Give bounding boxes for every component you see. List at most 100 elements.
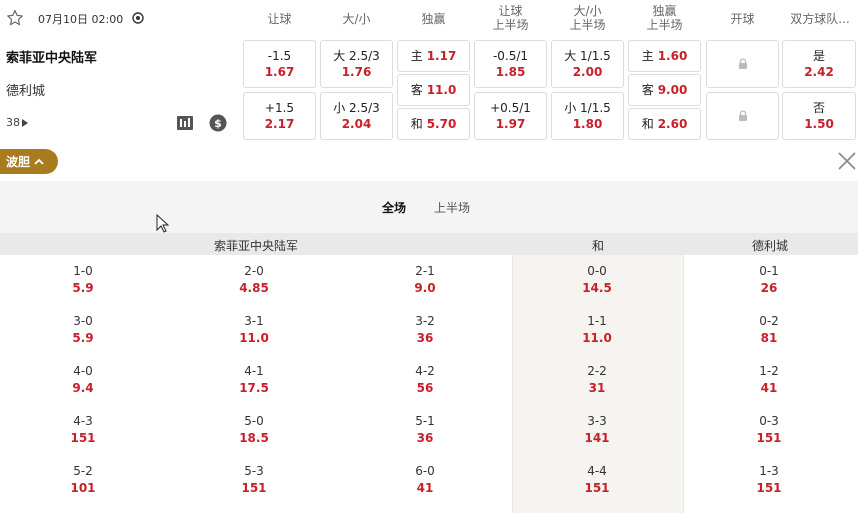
correct-score-panel: 全场 上半场 索菲亚中央陆军 和 德利城 1-0 5.9 3-0 5.9 4-0 9.4 4… bbox=[0, 181, 858, 513]
odds-line: 大 2.5/3 bbox=[333, 49, 380, 63]
score-cell-draw[interactable]: 4-4 151 bbox=[567, 463, 627, 497]
odds-line: 和 bbox=[641, 117, 654, 131]
score-cell-home[interactable]: 5-3 151 bbox=[224, 463, 284, 497]
close-icon[interactable] bbox=[837, 151, 857, 171]
score-label: 5-3 bbox=[244, 464, 264, 478]
odds-line: -0.5/1 bbox=[492, 49, 529, 63]
col-total-half-line2: 上半场 bbox=[569, 18, 606, 32]
score-cell-home[interactable]: 3-1 11.0 bbox=[224, 313, 284, 347]
odds-line: 是 bbox=[812, 49, 825, 63]
odds-line: +1.5 bbox=[264, 101, 295, 115]
score-cell-away[interactable]: 1-2 41 bbox=[739, 363, 799, 397]
score-label: 1-3 bbox=[759, 464, 779, 478]
odds-cell-first-goal-locked-2 bbox=[706, 92, 779, 140]
score-label: 3-1 bbox=[244, 314, 264, 328]
odds-cell-both-score-yes[interactable]: 是 2.42 bbox=[782, 40, 856, 88]
score-label: 3-3 bbox=[587, 414, 607, 428]
odds-cell-moneyline-draw[interactable]: 和 5.70 bbox=[397, 108, 470, 140]
away-team-name: 德利城 bbox=[6, 84, 46, 99]
score-cell-away[interactable]: 0-1 26 bbox=[739, 263, 799, 297]
score-cell-home[interactable]: 5-0 18.5 bbox=[224, 413, 284, 447]
caret-right-icon bbox=[22, 118, 28, 127]
score-label: 5-1 bbox=[415, 414, 435, 428]
odds-cell-both-score-no[interactable]: 否 1.50 bbox=[782, 92, 856, 140]
score-odds: 36 bbox=[416, 431, 434, 445]
score-cell-away[interactable]: 1-3 151 bbox=[739, 463, 799, 497]
correct-score-toggle[interactable]: 波胆 bbox=[0, 149, 58, 174]
odds-cell-moneyline-away[interactable]: 客 11.0 bbox=[397, 74, 470, 106]
col-total: 大/小 bbox=[342, 12, 371, 26]
score-odds: 4.85 bbox=[239, 281, 269, 295]
score-label: 1-2 bbox=[759, 364, 779, 378]
score-label: 5-0 bbox=[244, 414, 264, 428]
score-cell-draw[interactable]: 1-1 11.0 bbox=[567, 313, 627, 347]
odds-cell-moneyline-half-home[interactable]: 主 1.60 bbox=[628, 40, 701, 72]
score-cell-home[interactable]: 3-0 5.9 bbox=[53, 313, 113, 347]
odds-value: 2.42 bbox=[804, 65, 834, 79]
score-cell-draw[interactable]: 2-2 31 bbox=[567, 363, 627, 397]
score-cell-home[interactable]: 4-1 17.5 bbox=[224, 363, 284, 397]
odds-cell-total-half-under[interactable]: 小 1/1.5 1.80 bbox=[551, 92, 624, 140]
odds-cell-total-over[interactable]: 大 2.5/3 1.76 bbox=[320, 40, 393, 88]
odds-value: 2.04 bbox=[341, 117, 372, 131]
money-icon[interactable]: $ bbox=[209, 114, 227, 132]
score-cell-home[interactable]: 4-2 56 bbox=[395, 363, 455, 397]
score-cell-draw[interactable]: 3-3 141 bbox=[567, 413, 627, 447]
odds-cell-handicap-half-home[interactable]: -0.5/1 1.85 bbox=[474, 40, 547, 88]
score-odds: 101 bbox=[70, 481, 96, 495]
score-odds: 151 bbox=[756, 431, 782, 445]
odds-line: -1.5 bbox=[267, 49, 292, 63]
score-label: 0-3 bbox=[759, 414, 779, 428]
odds-cell-moneyline-half-draw[interactable]: 和 2.60 bbox=[628, 108, 701, 140]
odds-value: 1.76 bbox=[341, 65, 372, 79]
score-odds: 56 bbox=[416, 381, 434, 395]
correct-score-tabs: 全场 上半场 bbox=[0, 181, 858, 231]
odds-cell-handicap-away[interactable]: +1.5 2.17 bbox=[243, 92, 316, 140]
tab-first-half[interactable]: 上半场 bbox=[434, 199, 470, 216]
score-label: 3-0 bbox=[73, 314, 93, 328]
odds-value: 2.00 bbox=[572, 65, 603, 79]
score-odds: 151 bbox=[70, 431, 96, 445]
col-total-half: 大/小 上半场 bbox=[551, 4, 624, 32]
odds-line: 客 bbox=[410, 83, 423, 97]
odds-value: 2.60 bbox=[657, 117, 688, 131]
score-cell-home[interactable]: 2-0 4.85 bbox=[224, 263, 284, 297]
score-odds: 11.0 bbox=[582, 331, 612, 345]
score-cell-home[interactable]: 4-3 151 bbox=[53, 413, 113, 447]
score-label: 4-0 bbox=[73, 364, 93, 378]
score-cell-home[interactable]: 1-0 5.9 bbox=[53, 263, 113, 297]
odds-cell-total-under[interactable]: 小 2.5/3 2.04 bbox=[320, 92, 393, 140]
score-label: 0-1 bbox=[759, 264, 779, 278]
score-cell-home[interactable]: 6-0 41 bbox=[395, 463, 455, 497]
odds-cell-total-half-over[interactable]: 大 1/1.5 2.00 bbox=[551, 40, 624, 88]
lock-icon bbox=[738, 58, 747, 69]
tab-full-time[interactable]: 全场 bbox=[382, 199, 406, 216]
score-cell-away[interactable]: 0-2 81 bbox=[739, 313, 799, 347]
score-odds: 18.5 bbox=[239, 431, 269, 445]
score-cell-draw[interactable]: 0-0 14.5 bbox=[567, 263, 627, 297]
col-handicap: 让球 bbox=[267, 12, 292, 26]
odds-cell-moneyline-home[interactable]: 主 1.17 bbox=[397, 40, 470, 72]
score-label: 4-2 bbox=[415, 364, 435, 378]
more-markets-link[interactable]: 38 bbox=[6, 116, 28, 129]
odds-cell-moneyline-half-away[interactable]: 客 9.00 bbox=[628, 74, 701, 106]
score-odds: 151 bbox=[756, 481, 782, 495]
score-cell-away[interactable]: 0-3 151 bbox=[739, 413, 799, 447]
score-odds: 26 bbox=[760, 281, 778, 295]
score-cell-home[interactable]: 4-0 9.4 bbox=[53, 363, 113, 397]
home-team-name: 索菲亚中央陆军 bbox=[6, 51, 98, 66]
col-total-half-line1: 大/小 bbox=[573, 4, 602, 18]
odds-line: 主 bbox=[641, 49, 654, 63]
odds-cell-handicap-home[interactable]: -1.5 1.67 bbox=[243, 40, 316, 88]
score-odds: 17.5 bbox=[239, 381, 269, 395]
score-cell-home[interactable]: 2-1 9.0 bbox=[395, 263, 455, 297]
score-cell-home[interactable]: 3-2 36 bbox=[395, 313, 455, 347]
odds-value: 9.00 bbox=[657, 83, 688, 97]
odds-cell-handicap-half-away[interactable]: +0.5/1 1.97 bbox=[474, 92, 547, 140]
score-grid: 1-0 5.9 3-0 5.9 4-0 9.4 4-3 151 5-2 101 2-0 4.85 3-1… bbox=[0, 255, 858, 513]
header-away: 德利城 bbox=[751, 239, 788, 253]
score-cell-home[interactable]: 5-1 36 bbox=[395, 413, 455, 447]
score-cell-home[interactable]: 5-2 101 bbox=[53, 463, 113, 497]
star-outline-icon[interactable] bbox=[6, 9, 24, 27]
stats-icon[interactable] bbox=[176, 115, 194, 131]
